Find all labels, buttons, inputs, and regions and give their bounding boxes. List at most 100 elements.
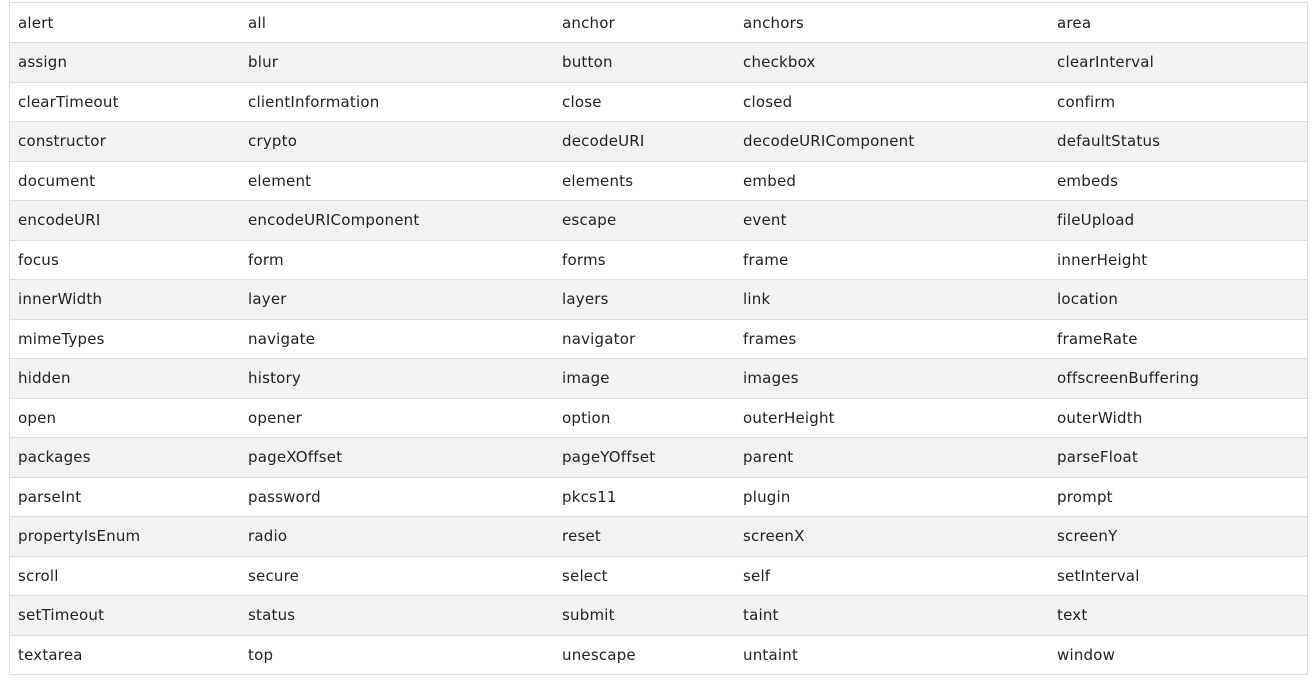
table-cell: images: [743, 369, 799, 388]
table-cell: innerHeight: [1057, 250, 1148, 269]
table-cell: elements: [562, 171, 634, 190]
table-cell: prompt: [1057, 487, 1113, 506]
table-cell: hidden: [18, 369, 71, 388]
table-cell: navigator: [562, 329, 636, 348]
table-row: innerWidth layer layers link location: [10, 279, 1307, 319]
table-cell: textarea: [18, 645, 83, 664]
table-row: packages pageXOffset pageYOffset parent pars…: [10, 437, 1307, 477]
table-cell: close: [562, 92, 602, 111]
table-cell: packages: [18, 448, 91, 467]
table-cell: radio: [248, 527, 288, 546]
table-cell: navigate: [248, 329, 316, 348]
table-cell: parseInt: [18, 487, 82, 506]
table-cell: all: [248, 13, 267, 32]
table-cell: opener: [248, 408, 303, 427]
table-row: assign blur button checkbox clearInterval: [10, 42, 1307, 82]
table-cell: anchor: [562, 13, 615, 32]
table-cell: frames: [743, 329, 797, 348]
table-row: hidden history image images offscreenBufferi…: [10, 358, 1307, 398]
table-cell: setInterval: [1057, 566, 1140, 585]
table-cell: mimeTypes: [18, 329, 105, 348]
table-cell: select: [562, 566, 608, 585]
table-cell: text: [1057, 606, 1088, 625]
table-cell: untaint: [743, 645, 799, 664]
table-cell: offscreenBuffering: [1057, 369, 1200, 388]
table-cell: submit: [562, 606, 615, 625]
table-cell: innerWidth: [18, 290, 103, 309]
table-cell: clientInformation: [248, 92, 380, 111]
table-body: alert all anchor anchors area assign blur butto…: [10, 3, 1307, 675]
table-cell: button: [562, 53, 613, 72]
table-cell: pageXOffset: [248, 448, 343, 467]
reserved-words-table: alert all anchor anchors area assign blur butto…: [10, 3, 1307, 675]
table-row: scroll secure select self setInterval: [10, 556, 1307, 596]
table-cell: top: [248, 645, 274, 664]
table-cell: assign: [18, 53, 68, 72]
table-cell: embeds: [1057, 171, 1119, 190]
table-cell: blur: [248, 53, 279, 72]
table-cell: event: [743, 211, 787, 230]
table-cell: history: [248, 369, 301, 388]
table-cell: plugin: [743, 487, 791, 506]
table-cell: layer: [248, 290, 287, 309]
table-cell: element: [248, 171, 312, 190]
table-cell: outerHeight: [743, 408, 835, 427]
table-cell: decodeURI: [562, 132, 645, 151]
table-cell: constructor: [18, 132, 106, 151]
table-cell: focus: [18, 250, 60, 269]
table-row: parseInt password pkcs11 plugin prompt: [10, 477, 1307, 517]
table-cell: encodeURIComponent: [248, 211, 420, 230]
table-cell: anchors: [743, 13, 805, 32]
table-row: clearTimeout clientInformation close closed…: [10, 82, 1307, 122]
table-row: focus form forms frame innerHeight: [10, 240, 1307, 280]
table-cell: window: [1057, 645, 1116, 664]
table-cell: pkcs11: [562, 487, 617, 506]
table-cell: taint: [743, 606, 779, 625]
table-cell: screenX: [743, 527, 805, 546]
table-cell: document: [18, 171, 96, 190]
table-cell: embed: [743, 171, 797, 190]
table-cell: propertyIsEnum: [18, 527, 141, 546]
table-cell: crypto: [248, 132, 298, 151]
table-cell: form: [248, 250, 284, 269]
table-cell: decodeURIComponent: [743, 132, 915, 151]
reserved-words-table-container: alert all anchor anchors area assign blur butto…: [9, 2, 1308, 675]
table-cell: layers: [562, 290, 609, 309]
table-cell: unescape: [562, 645, 636, 664]
table-cell: setTimeout: [18, 606, 105, 625]
table-cell: pageYOffset: [562, 448, 656, 467]
table-cell: location: [1057, 290, 1119, 309]
table-cell: option: [562, 408, 611, 427]
table-cell: secure: [248, 566, 300, 585]
table-row: propertyIsEnum radio reset screenX screenY: [10, 516, 1307, 556]
table-row: textarea top unescape untaint window: [10, 635, 1307, 675]
table-cell: self: [743, 566, 771, 585]
table-cell: status: [248, 606, 296, 625]
table-cell: alert: [18, 13, 54, 32]
table-row: open opener option outerHeight outerWidth: [10, 398, 1307, 438]
table-row: mimeTypes navigate navigator frames frameRat…: [10, 319, 1307, 359]
table-cell: closed: [743, 92, 793, 111]
table-cell: parent: [743, 448, 794, 467]
table-cell: forms: [562, 250, 606, 269]
table-cell: link: [743, 290, 771, 309]
table-cell: confirm: [1057, 92, 1116, 111]
table-cell: checkbox: [743, 53, 816, 72]
table-cell: encodeURI: [18, 211, 101, 230]
table-cell: open: [18, 408, 57, 427]
table-cell: fileUpload: [1057, 211, 1135, 230]
table-cell: image: [562, 369, 610, 388]
table-cell: outerWidth: [1057, 408, 1143, 427]
table-cell: defaultStatus: [1057, 132, 1161, 151]
table-cell: area: [1057, 13, 1092, 32]
table-row: constructor crypto decodeURI decodeURICompo…: [10, 121, 1307, 161]
table-cell: frame: [743, 250, 789, 269]
table-cell: clearInterval: [1057, 53, 1155, 72]
table-cell: clearTimeout: [18, 92, 119, 111]
table-row: document element elements embed embeds: [10, 161, 1307, 201]
table-row: setTimeout status submit taint text: [10, 595, 1307, 635]
table-row: alert all anchor anchors area: [10, 3, 1307, 43]
table-cell: screenY: [1057, 527, 1118, 546]
table-cell: escape: [562, 211, 617, 230]
table-cell: scroll: [18, 566, 59, 585]
